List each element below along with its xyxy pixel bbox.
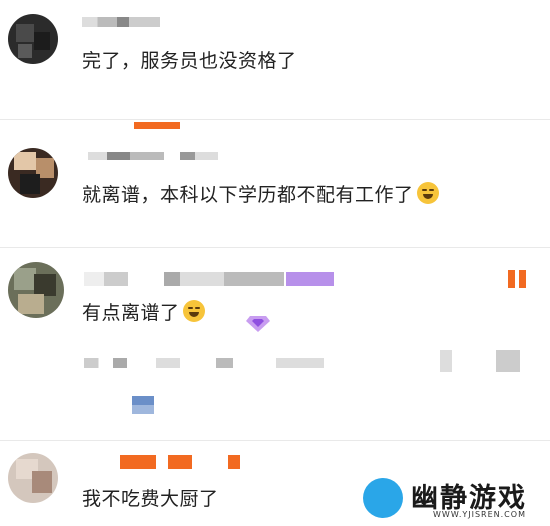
username-mosaic[interactable] bbox=[88, 152, 164, 160]
comment-text-content: 就离谱，本科以下学历都不配有工作了 bbox=[82, 184, 414, 206]
comment-item: 完了，服务员也没资格了 bbox=[0, 0, 550, 118]
orange-mark bbox=[134, 122, 180, 129]
avatar[interactable] bbox=[8, 262, 64, 318]
avatar[interactable] bbox=[8, 14, 58, 64]
watermark-url: WWW.YJISREN.COM bbox=[433, 510, 526, 519]
laugh-cry-emoji-icon bbox=[182, 300, 205, 322]
gem-badge-icon bbox=[246, 316, 270, 332]
username-mosaic[interactable] bbox=[120, 455, 240, 469]
meta-mosaic bbox=[180, 152, 218, 160]
username-mosaic[interactable] bbox=[82, 17, 160, 27]
avatar[interactable] bbox=[8, 148, 58, 198]
comment-text: 就离谱，本科以下学历都不配有工作了 bbox=[82, 180, 439, 207]
comment-text-content: 有点离谱了 bbox=[82, 302, 180, 324]
purple-badge-mosaic bbox=[286, 272, 334, 286]
comment-text: 完了，服务员也没资格了 bbox=[82, 50, 297, 72]
watermark-logo: 幽静游戏 WWW.YJISREN.COM bbox=[355, 474, 545, 522]
comment-item: 有点离谱了 bbox=[0, 248, 550, 438]
avatar[interactable] bbox=[8, 453, 58, 503]
reply-mosaic bbox=[84, 358, 324, 368]
watermark-logo-icon bbox=[363, 478, 403, 518]
comment-text: 有点离谱了 bbox=[82, 298, 205, 325]
comment-text: 我不吃费大厨了 bbox=[82, 488, 219, 510]
username-mosaic[interactable] bbox=[84, 272, 284, 286]
comment-item: 就离谱，本科以下学历都不配有工作了 bbox=[0, 120, 550, 240]
sweat-emoji-icon bbox=[416, 182, 439, 204]
blue-mark bbox=[132, 396, 154, 414]
orange-mark bbox=[508, 270, 526, 288]
reply-mosaic-right bbox=[440, 350, 520, 372]
